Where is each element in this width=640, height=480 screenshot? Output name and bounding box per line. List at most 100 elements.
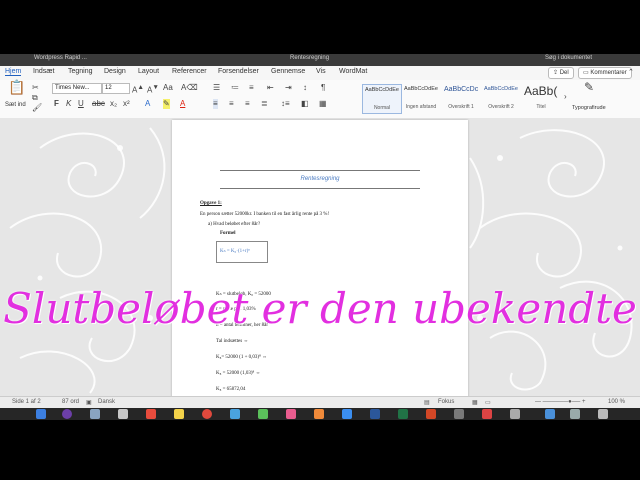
clear-format-icon[interactable]: A⌫ (181, 83, 198, 93)
document-page[interactable]: Rentesregning Opgave 1: En person sætter… (172, 120, 468, 396)
word-window: Wordpress Rapid ... Rentesregning Søg i … (0, 54, 640, 420)
focus-icon[interactable]: ▤ (424, 399, 430, 406)
tab-wordmat[interactable]: WordMat (339, 68, 367, 75)
document-title: Rentesregning (290, 55, 330, 61)
tab-vis[interactable]: Vis (316, 68, 326, 75)
subscript-icon[interactable]: x₂ (110, 99, 117, 109)
superscript-icon[interactable]: x² (123, 99, 130, 109)
app-icon[interactable] (482, 409, 492, 419)
increase-indent-icon[interactable]: ⇥ (285, 83, 292, 93)
system-preferences-icon[interactable] (454, 409, 464, 419)
font-family-select[interactable]: Times New... (52, 83, 102, 94)
align-right-icon[interactable]: ≡ (245, 99, 250, 109)
style-heading-1[interactable]: AaBbCcDc Overskrift 1 (442, 84, 480, 112)
finder-icon[interactable] (36, 409, 46, 419)
shrink-font-icon[interactable]: A▼ (147, 83, 159, 96)
word-icon[interactable] (370, 409, 380, 419)
styles-pane-label[interactable]: Typografirude (572, 105, 606, 111)
format-painter-icon[interactable]: 🖌 (32, 103, 42, 113)
style-name: Ingen afstand (405, 104, 437, 110)
cut-icon[interactable]: ✂ (32, 83, 39, 93)
app-icon[interactable] (510, 409, 520, 419)
multilevel-list-icon[interactable]: ≡ (249, 83, 254, 93)
bold-icon[interactable]: F (54, 99, 59, 109)
style-normal[interactable]: AaBbCcDdEe Normal (362, 84, 402, 114)
text-effects-icon[interactable]: A (145, 99, 150, 109)
tab-indsaet[interactable]: Indsæt (33, 68, 54, 75)
downloads-icon[interactable] (545, 409, 555, 419)
search-field[interactable]: Søg i dokumentet (545, 55, 592, 61)
facetime-icon[interactable] (258, 409, 268, 419)
underline-icon[interactable]: U (78, 99, 84, 109)
notes-icon[interactable] (174, 409, 184, 419)
tab-hjem[interactable]: Hjem (5, 68, 22, 76)
focus-mode[interactable]: Fokus (438, 399, 454, 405)
paragraph-marks-icon[interactable]: ¶ (321, 83, 325, 93)
word-count[interactable]: 87 ord (62, 399, 79, 405)
trash-icon[interactable] (598, 409, 608, 419)
styles-more-icon[interactable]: › (564, 92, 567, 102)
heading-rule-top (220, 170, 420, 171)
italic-icon[interactable]: K (66, 99, 71, 109)
copy-icon[interactable]: ⧉ (32, 93, 38, 103)
launchpad-icon[interactable] (90, 409, 100, 419)
comments-button[interactable]: ▭ Kommentarer (578, 67, 632, 79)
messages-icon[interactable] (230, 409, 240, 419)
music-icon[interactable] (286, 409, 296, 419)
tab-forsendelser[interactable]: Forsendelser (218, 68, 259, 75)
paste-icon[interactable]: 📋 (8, 80, 25, 94)
other-document-title[interactable]: Wordpress Rapid ... (34, 55, 87, 61)
line-result: K₈ = 65872,04 (216, 387, 246, 392)
documents-icon[interactable] (570, 409, 580, 419)
styles-pane-icon[interactable]: ✎ (584, 81, 594, 93)
proofing-icon[interactable]: ▣ (86, 399, 92, 406)
style-title[interactable]: AaBb( Titel (522, 84, 560, 112)
app-store-icon[interactable] (342, 409, 352, 419)
tab-design[interactable]: Design (104, 68, 126, 75)
justify-icon[interactable]: ≣ (261, 99, 268, 109)
align-left-icon[interactable]: ≡ (213, 99, 218, 109)
tab-layout[interactable]: Layout (138, 68, 159, 75)
tab-referencer[interactable]: Referencer (172, 68, 207, 75)
align-center-icon[interactable]: ≡ (229, 99, 234, 109)
bullets-icon[interactable]: ☰ (213, 83, 220, 93)
task-heading: Opgave 1: (200, 201, 222, 206)
document-canvas[interactable]: Rentesregning Opgave 1: En person sætter… (0, 118, 640, 396)
paste-label: Sæt ind (5, 102, 26, 108)
books-icon[interactable] (314, 409, 324, 419)
strikethrough-icon[interactable]: abc (92, 99, 105, 109)
change-case-icon[interactable]: Aa (163, 83, 173, 93)
style-name: Overskrift 1 (448, 104, 474, 110)
sort-icon[interactable]: ↕ (303, 83, 307, 93)
excel-icon[interactable] (398, 409, 408, 419)
photos-icon[interactable] (202, 409, 212, 419)
style-no-spacing[interactable]: AaBbCcDdEe Ingen afstand (402, 84, 440, 112)
line-spacing-icon[interactable]: ↕≡ (281, 99, 290, 109)
shading-icon[interactable]: ◧ (301, 99, 309, 109)
share-button[interactable]: ⇪ Del (548, 67, 574, 79)
powerpoint-icon[interactable] (426, 409, 436, 419)
siri-icon[interactable] (62, 409, 72, 419)
font-size-select[interactable]: 12 (102, 83, 130, 94)
page-count[interactable]: Side 1 af 2 (12, 399, 41, 405)
zoom-slider[interactable]: — ──────●── + (535, 399, 585, 405)
style-heading-2[interactable]: AaBbCcDdEe Overskrift 2 (482, 84, 520, 112)
tab-tegning[interactable]: Tegning (68, 68, 93, 75)
numbering-icon[interactable]: ≔ (231, 83, 239, 93)
collapse-ribbon-icon[interactable]: ⌃ (628, 68, 634, 76)
font-color-icon[interactable]: A (180, 99, 185, 109)
highlight-icon[interactable]: ✎ (163, 99, 170, 109)
grow-font-icon[interactable]: A▲ (132, 83, 144, 96)
web-layout-icon[interactable]: ▭ (485, 399, 491, 406)
decrease-indent-icon[interactable]: ⇤ (267, 83, 274, 93)
print-layout-icon[interactable]: ▦ (472, 399, 478, 406)
line-calc-1: K₈= 52000 (1 + 0,03)⁸ ⇔ (216, 355, 268, 360)
tab-gennemse[interactable]: Gennemse (271, 68, 305, 75)
calendar-icon[interactable] (146, 409, 156, 419)
zoom-level[interactable]: 100 % (608, 399, 625, 405)
language-status[interactable]: Dansk (98, 399, 115, 405)
safari-icon[interactable] (118, 409, 128, 419)
share-icon: ⇪ (553, 70, 559, 76)
style-sample: AaBbCcDdEe (365, 87, 399, 93)
borders-icon[interactable]: ▦ (319, 99, 327, 109)
